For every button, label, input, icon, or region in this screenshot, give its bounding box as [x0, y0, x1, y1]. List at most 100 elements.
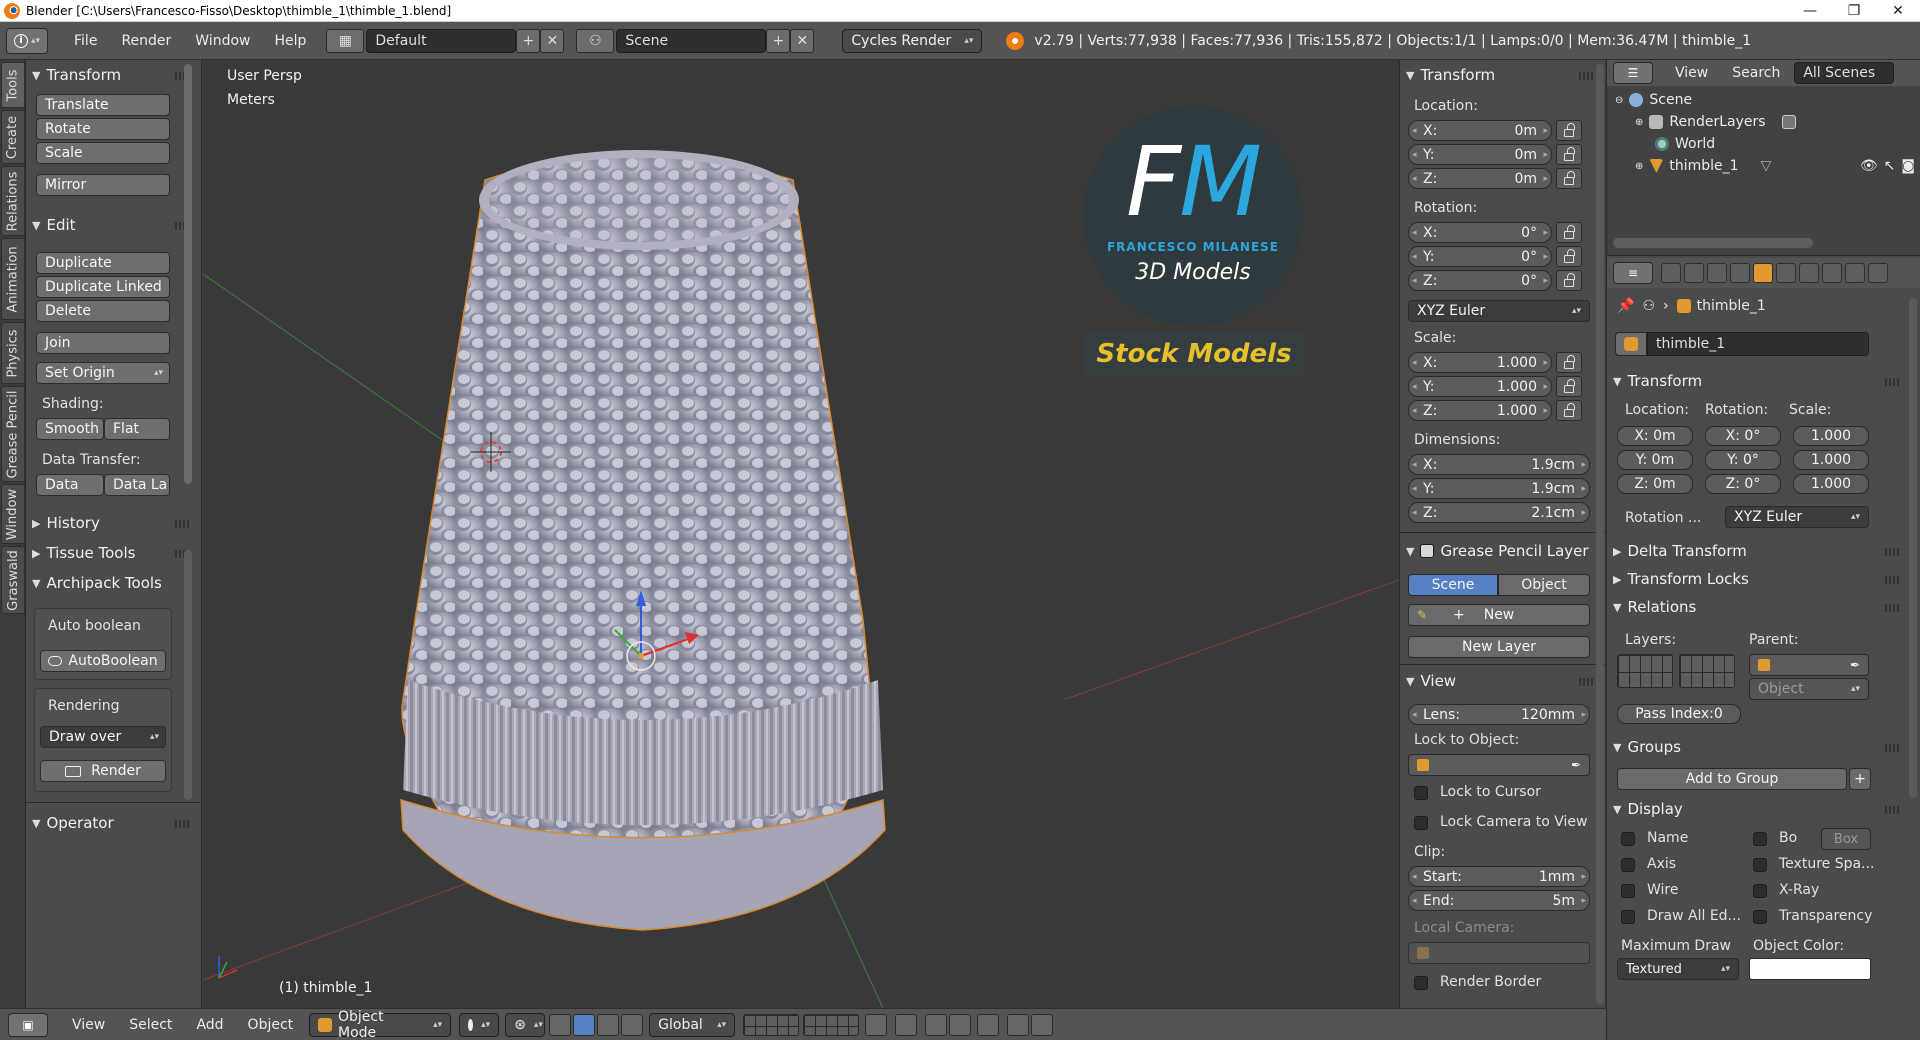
rotation-mode-dropdown[interactable]: XYZ Euler ▴▾: [1408, 300, 1590, 322]
lock-icon[interactable]: [1556, 120, 1582, 141]
props-scale-x[interactable]: 1.000: [1793, 426, 1869, 446]
panel-archipack-header[interactable]: ▼ Archipack Tools: [32, 572, 162, 594]
grease-pencil-checkbox[interactable]: [1420, 544, 1435, 558]
display-all-edges-checkbox[interactable]: [1621, 910, 1635, 924]
display-name-checkbox[interactable]: [1621, 832, 1635, 846]
pivot-point-dropdown[interactable]: ⊛ ▴▾: [505, 1012, 546, 1037]
duplicate-linked-button[interactable]: Duplicate Linked: [36, 276, 170, 298]
opengl-animation-icon[interactable]: [1031, 1013, 1054, 1036]
render-engine-dropdown[interactable]: Cycles Render ▴▾: [842, 28, 983, 53]
display-xray-checkbox[interactable]: [1753, 884, 1767, 898]
drag-grip-icon[interactable]: [1885, 548, 1901, 556]
snap-element-icon[interactable]: [949, 1013, 972, 1036]
manipulator-toggle-icon[interactable]: [549, 1013, 572, 1036]
clip-start-field[interactable]: Start:1mm: [1408, 866, 1590, 887]
menu-file[interactable]: File: [62, 33, 109, 49]
menu-help[interactable]: Help: [262, 33, 318, 49]
scene-field[interactable]: Scene: [616, 28, 767, 53]
scale-manipulator-icon[interactable]: [621, 1013, 644, 1036]
groups-header[interactable]: ▼ Groups: [1613, 736, 1681, 758]
tool-shelf-scrollbar-lower[interactable]: [184, 550, 192, 800]
remove-scene-icon[interactable]: ✕: [790, 28, 815, 53]
tab-animation[interactable]: Animation: [1, 238, 25, 320]
drag-grip-icon[interactable]: [175, 520, 191, 528]
lens-field[interactable]: Lens:120mm: [1408, 704, 1590, 725]
outliner-menu-search[interactable]: Search: [1720, 65, 1792, 81]
tool-shelf-scrollbar[interactable]: [184, 64, 192, 484]
outliner-filter-dropdown[interactable]: All Scenes: [1794, 62, 1895, 84]
outliner-item-renderlayers[interactable]: ⊕ RenderLayers: [1607, 112, 1920, 132]
renderable-camera-icon[interactable]: ◙: [1901, 158, 1915, 174]
properties-scrollbar[interactable]: [1909, 298, 1917, 798]
data-tab-icon[interactable]: [1822, 263, 1842, 283]
scale-y-field[interactable]: Y:1.000: [1408, 376, 1552, 397]
outliner-h-scrollbar[interactable]: [1613, 238, 1813, 248]
texture-tab-icon[interactable]: [1868, 263, 1888, 283]
location-z-field[interactable]: Z:0m: [1408, 168, 1552, 189]
outliner-menu-view[interactable]: View: [1663, 65, 1720, 81]
lock-object-field[interactable]: ✒: [1408, 754, 1590, 776]
props-rot-x[interactable]: X: 0°: [1705, 426, 1781, 446]
bottom-menu-view[interactable]: View: [60, 1017, 117, 1033]
clip-end-field[interactable]: End:5m: [1408, 890, 1590, 911]
layers-grid-right[interactable]: [1679, 654, 1735, 688]
collapse-icon[interactable]: ⊖: [1615, 95, 1623, 106]
drag-grip-icon[interactable]: [1885, 378, 1901, 386]
rotate-manipulator-icon[interactable]: [597, 1013, 620, 1036]
lock-layers-icon[interactable]: [865, 1013, 888, 1036]
scale-z-field[interactable]: Z:1.000: [1408, 400, 1552, 421]
object-name-field[interactable]: thimble_1: [1647, 332, 1869, 356]
lock-camera-checkbox[interactable]: [1414, 816, 1428, 830]
interaction-mode-dropdown[interactable]: Object Mode ▴▾: [309, 1009, 452, 1040]
opengl-render-icon[interactable]: [1007, 1013, 1030, 1036]
props-rotation-mode-dropdown[interactable]: XYZ Euler ▴▾: [1725, 506, 1869, 528]
lock-icon[interactable]: [1556, 168, 1582, 189]
scale-button[interactable]: Scale: [36, 142, 170, 164]
props-loc-z[interactable]: Z: 0m: [1617, 474, 1693, 494]
display-texture-space-checkbox[interactable]: [1753, 858, 1767, 872]
delete-button[interactable]: Delete: [36, 300, 170, 322]
smooth-button[interactable]: Smooth: [36, 418, 104, 440]
props-scale-z[interactable]: 1.000: [1793, 474, 1869, 494]
join-button[interactable]: Join: [36, 332, 170, 354]
snap-target-icon[interactable]: [977, 1013, 1000, 1036]
dimension-y-field[interactable]: Y:1.9cm: [1408, 478, 1590, 499]
expand-icon[interactable]: ⊕: [1635, 117, 1643, 128]
rotation-x-field[interactable]: X:0°: [1408, 222, 1552, 243]
set-origin-dropdown[interactable]: Set Origin ▴▾: [36, 362, 170, 384]
panel-transform-header[interactable]: ▼ Transform: [32, 64, 121, 86]
3d-viewport[interactable]: User Persp Meters (1) thimble_1 FM FRANC…: [203, 60, 1399, 1008]
parent-type-dropdown[interactable]: Object ▴▾: [1749, 678, 1869, 700]
pass-index-field[interactable]: Pass Index:0: [1617, 704, 1741, 724]
tab-grease-pencil[interactable]: Grease Pencil: [1, 386, 25, 482]
panel-history-header[interactable]: ▶ History: [32, 512, 100, 534]
props-rot-z[interactable]: Z: 0°: [1705, 474, 1781, 494]
render-button[interactable]: Render: [40, 760, 166, 782]
menu-window[interactable]: Window: [183, 33, 262, 49]
scale-x-field[interactable]: X:1.000: [1408, 352, 1552, 373]
grease-pencil-header[interactable]: ▼ Grease Pencil Layer: [1406, 540, 1589, 562]
bottom-menu-add[interactable]: Add: [184, 1017, 235, 1033]
selectable-arrow-icon[interactable]: ↖: [1884, 158, 1896, 174]
drag-grip-icon[interactable]: [1579, 678, 1595, 686]
draw-over-dropdown[interactable]: Draw over ▴▾: [40, 726, 166, 748]
flat-button[interactable]: Flat: [104, 418, 170, 440]
layers-grid-left[interactable]: [1617, 654, 1673, 688]
display-header[interactable]: ▼ Display: [1613, 798, 1683, 820]
tab-relations[interactable]: Relations: [1, 166, 25, 236]
add-to-group-button[interactable]: Add to Group: [1617, 768, 1847, 790]
layers-grid-a[interactable]: [743, 1013, 800, 1036]
object-tab-icon[interactable]: [1753, 263, 1773, 283]
duplicate-button[interactable]: Duplicate: [36, 252, 170, 274]
lock-icon[interactable]: [1556, 246, 1582, 267]
pin-icon[interactable]: 📌: [1617, 298, 1634, 314]
tab-graswald[interactable]: Graswald: [1, 546, 25, 614]
outliner-item-world[interactable]: World: [1607, 134, 1920, 154]
snap-toggle-icon[interactable]: [925, 1013, 948, 1036]
display-axis-checkbox[interactable]: [1621, 858, 1635, 872]
rotate-button[interactable]: Rotate: [36, 118, 170, 140]
object-datablock-icon[interactable]: [1615, 332, 1647, 356]
constraints-tab-icon[interactable]: [1776, 263, 1796, 283]
props-loc-x[interactable]: X: 0m: [1617, 426, 1693, 446]
lock-to-cursor-checkbox[interactable]: [1414, 786, 1428, 800]
